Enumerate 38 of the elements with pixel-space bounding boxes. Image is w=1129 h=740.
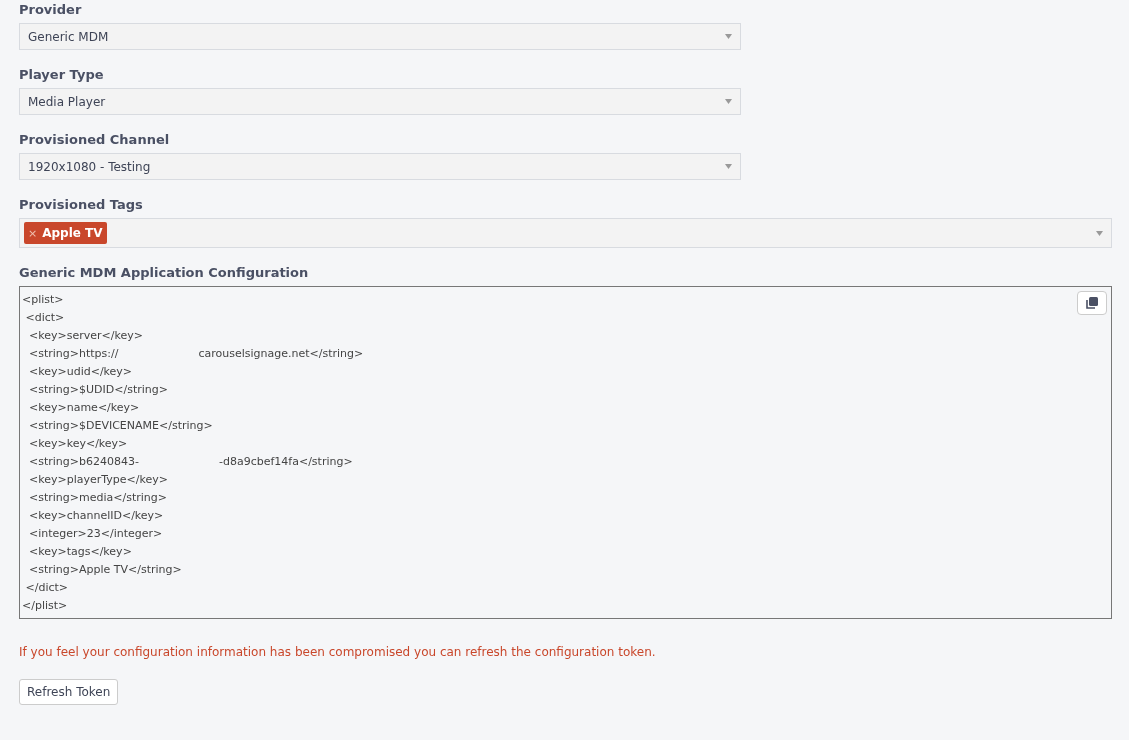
code-line: <dict> [24, 310, 65, 326]
caret-icon [725, 34, 732, 39]
field-label: Player Type [19, 66, 105, 83]
code-line: <plist> [22, 292, 64, 308]
code-line: <string>b6240843- [28, 454, 139, 470]
copy-icon [1086, 297, 1098, 309]
code-line: <key>tags</key> [28, 544, 132, 560]
code-line: <key>key</key> [28, 436, 128, 452]
code-line: <string>media</string> [28, 490, 167, 506]
caret-icon [725, 164, 732, 169]
code-line: -d8a9cbef14fa</string> [218, 454, 353, 470]
field-label: Provisioned Channel [19, 131, 171, 148]
dropdown-select[interactable]: 1920x1080 - Testing [19, 153, 741, 180]
code-line: <integer>23</integer> [28, 526, 163, 542]
code-line: <key>server</key> [28, 328, 143, 344]
field-label: Provider [19, 1, 83, 18]
caret-icon [1096, 230, 1103, 236]
code-line: <key>udid</key> [28, 364, 133, 380]
caret-icon [725, 99, 732, 104]
field-label: Generic MDM Application Configuration [19, 264, 310, 281]
code-line: <key>name</key> [28, 400, 140, 416]
code-line: <string>https:// [28, 346, 119, 362]
code-line: carouselsignage.net</string> [198, 346, 364, 362]
code-line: <key>channelID</key> [28, 508, 164, 524]
code-line: <string>$DEVICENAME</string> [28, 418, 213, 434]
copy-button[interactable] [1077, 291, 1107, 315]
field-label: Provisioned Tags [19, 196, 144, 213]
code-line: <string>Apple TV</string> [28, 562, 182, 578]
code-line: </plist> [22, 598, 68, 614]
dropdown-select[interactable]: Generic MDM [19, 23, 741, 50]
refresh-token-button[interactable]: Refresh Token [19, 679, 119, 705]
warning-text: If you feel your configuration information has been compromised you can refresh the configuration token. [19, 645, 657, 659]
code-line: <string>$UDID</string> [28, 382, 168, 398]
code-line: </dict> [24, 580, 69, 596]
dropdown-select[interactable]: Media Player [19, 88, 741, 115]
tags-field[interactable]: × Apple TV [19, 218, 1112, 248]
tag-label: Apple TV [42, 226, 103, 240]
code-line: <key>playerType</key> [28, 472, 168, 488]
